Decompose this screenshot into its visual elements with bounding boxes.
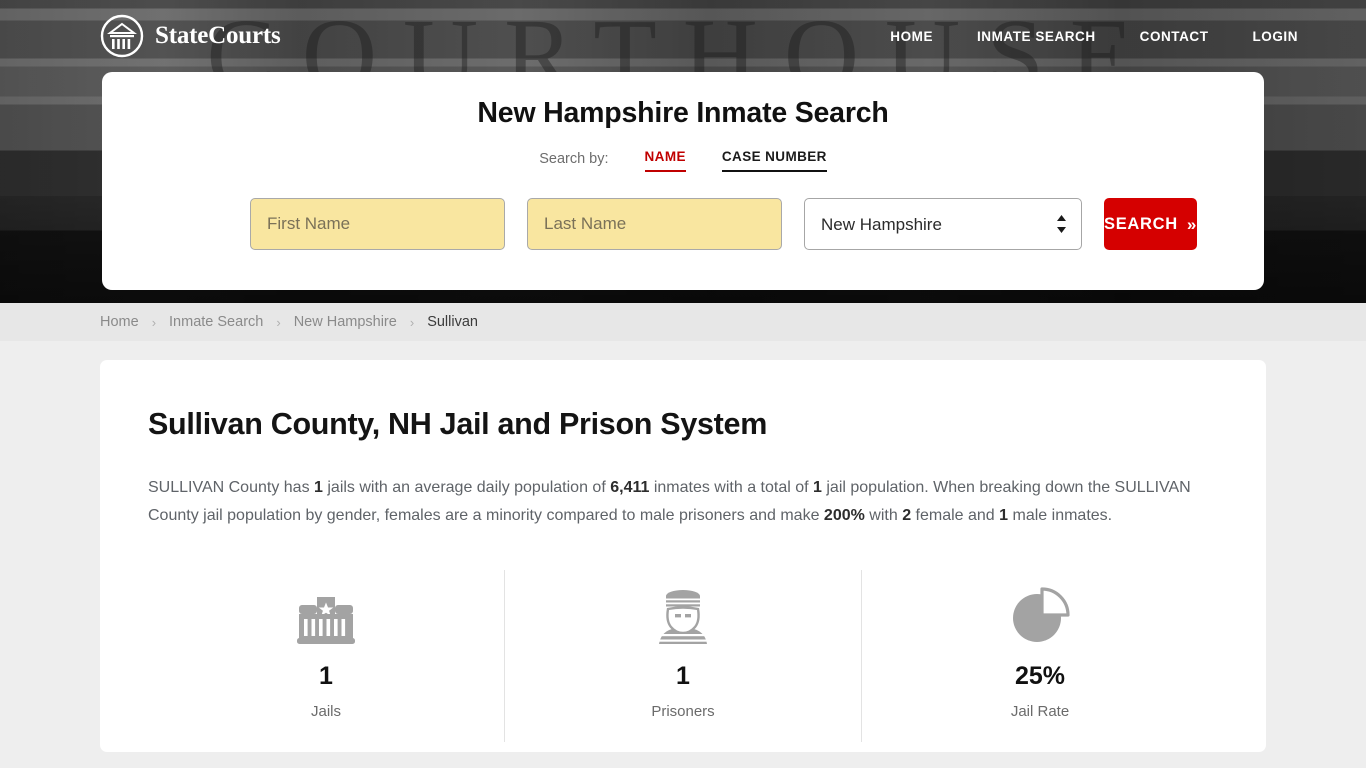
search-card-title: New Hampshire Inmate Search	[102, 72, 1264, 130]
main-nav: HOME INMATE SEARCH CONTACT LOGIN	[890, 29, 1298, 44]
brand-name: StateCourts	[155, 22, 281, 50]
search-button[interactable]: SEARCH »	[1104, 198, 1197, 250]
nav-item-inmate-search[interactable]: INMATE SEARCH	[977, 29, 1096, 44]
double-chevron-right-icon: »	[1187, 216, 1197, 233]
intro-text: male inmates.	[1008, 507, 1112, 524]
breadcrumb-separator: ›	[397, 315, 427, 330]
hero-banner: COURTHOUSE StateCourts HOME INMATE SEARC…	[0, 0, 1366, 303]
prisoner-icon	[505, 582, 861, 648]
first-name-input[interactable]	[250, 198, 505, 250]
breadcrumb-separator: ›	[263, 315, 293, 330]
stat-jails-label: Jails	[148, 703, 504, 720]
stat-jails-value: 1	[148, 662, 504, 691]
stats-row: 1 Jails	[148, 570, 1218, 742]
breadcrumb-item-sullivan: Sullivan	[427, 314, 478, 330]
intro-jails-count: 1	[314, 479, 323, 496]
stat-jail-rate: 25% Jail Rate	[861, 570, 1218, 742]
jail-bars-badge-icon	[148, 582, 504, 648]
search-by-row: Search by: NAME CASE NUMBER	[102, 149, 1264, 172]
intro-female-count: 2	[902, 507, 911, 524]
intro-male-count: 1	[999, 507, 1008, 524]
intro-avg-daily-population: 6,411	[610, 479, 649, 496]
search-button-label: SEARCH	[1104, 215, 1178, 234]
nav-item-contact[interactable]: CONTACT	[1140, 29, 1209, 44]
brand-logo[interactable]: StateCourts	[100, 14, 281, 58]
stat-prisoners: 1 Prisoners	[504, 570, 861, 742]
page-title: Sullivan County, NH Jail and Prison Syst…	[148, 407, 1218, 442]
state-select[interactable]: New Hampshire	[804, 198, 1082, 250]
stat-prisoners-label: Prisoners	[505, 703, 861, 720]
intro-text: female and	[911, 507, 999, 524]
tab-name[interactable]: NAME	[645, 149, 686, 172]
county-intro-paragraph: SULLIVAN County has 1 jails with an aver…	[148, 474, 1213, 530]
intro-female-percent: 200%	[824, 507, 865, 524]
stat-jail-rate-value: 25%	[862, 662, 1218, 691]
stat-prisoners-value: 1	[505, 662, 861, 691]
intro-text: jails with an average daily population o…	[323, 479, 610, 496]
breadcrumb-item-inmate-search[interactable]: Inmate Search	[169, 314, 263, 330]
state-select-wrapper: New Hampshire	[804, 198, 1082, 250]
intro-total-jail-population: 1	[813, 479, 822, 496]
tab-case-number[interactable]: CASE NUMBER	[722, 149, 827, 172]
breadcrumb: Home › Inmate Search › New Hampshire › S…	[0, 303, 1366, 341]
pie-chart-icon	[862, 582, 1218, 648]
intro-text: inmates with a total of	[649, 479, 813, 496]
content-area: Sullivan County, NH Jail and Prison Syst…	[0, 341, 1366, 752]
intro-text: SULLIVAN County has	[148, 479, 314, 496]
nav-item-home[interactable]: HOME	[890, 29, 933, 44]
courthouse-circle-logo-icon	[100, 14, 144, 58]
inmate-search-card: New Hampshire Inmate Search Search by: N…	[102, 72, 1264, 290]
top-navigation-bar: StateCourts HOME INMATE SEARCH CONTACT L…	[0, 0, 1366, 72]
intro-text: with	[865, 507, 902, 524]
breadcrumb-item-home[interactable]: Home	[100, 314, 139, 330]
county-info-card: Sullivan County, NH Jail and Prison Syst…	[100, 360, 1266, 752]
breadcrumb-separator: ›	[139, 315, 169, 330]
stat-jails: 1 Jails	[148, 570, 504, 742]
search-form: New Hampshire SEARCH »	[102, 198, 1264, 250]
breadcrumb-item-new-hampshire[interactable]: New Hampshire	[294, 314, 397, 330]
stat-jail-rate-label: Jail Rate	[862, 703, 1218, 720]
last-name-input[interactable]	[527, 198, 782, 250]
nav-item-login[interactable]: LOGIN	[1253, 29, 1299, 44]
search-by-label: Search by:	[539, 149, 608, 167]
